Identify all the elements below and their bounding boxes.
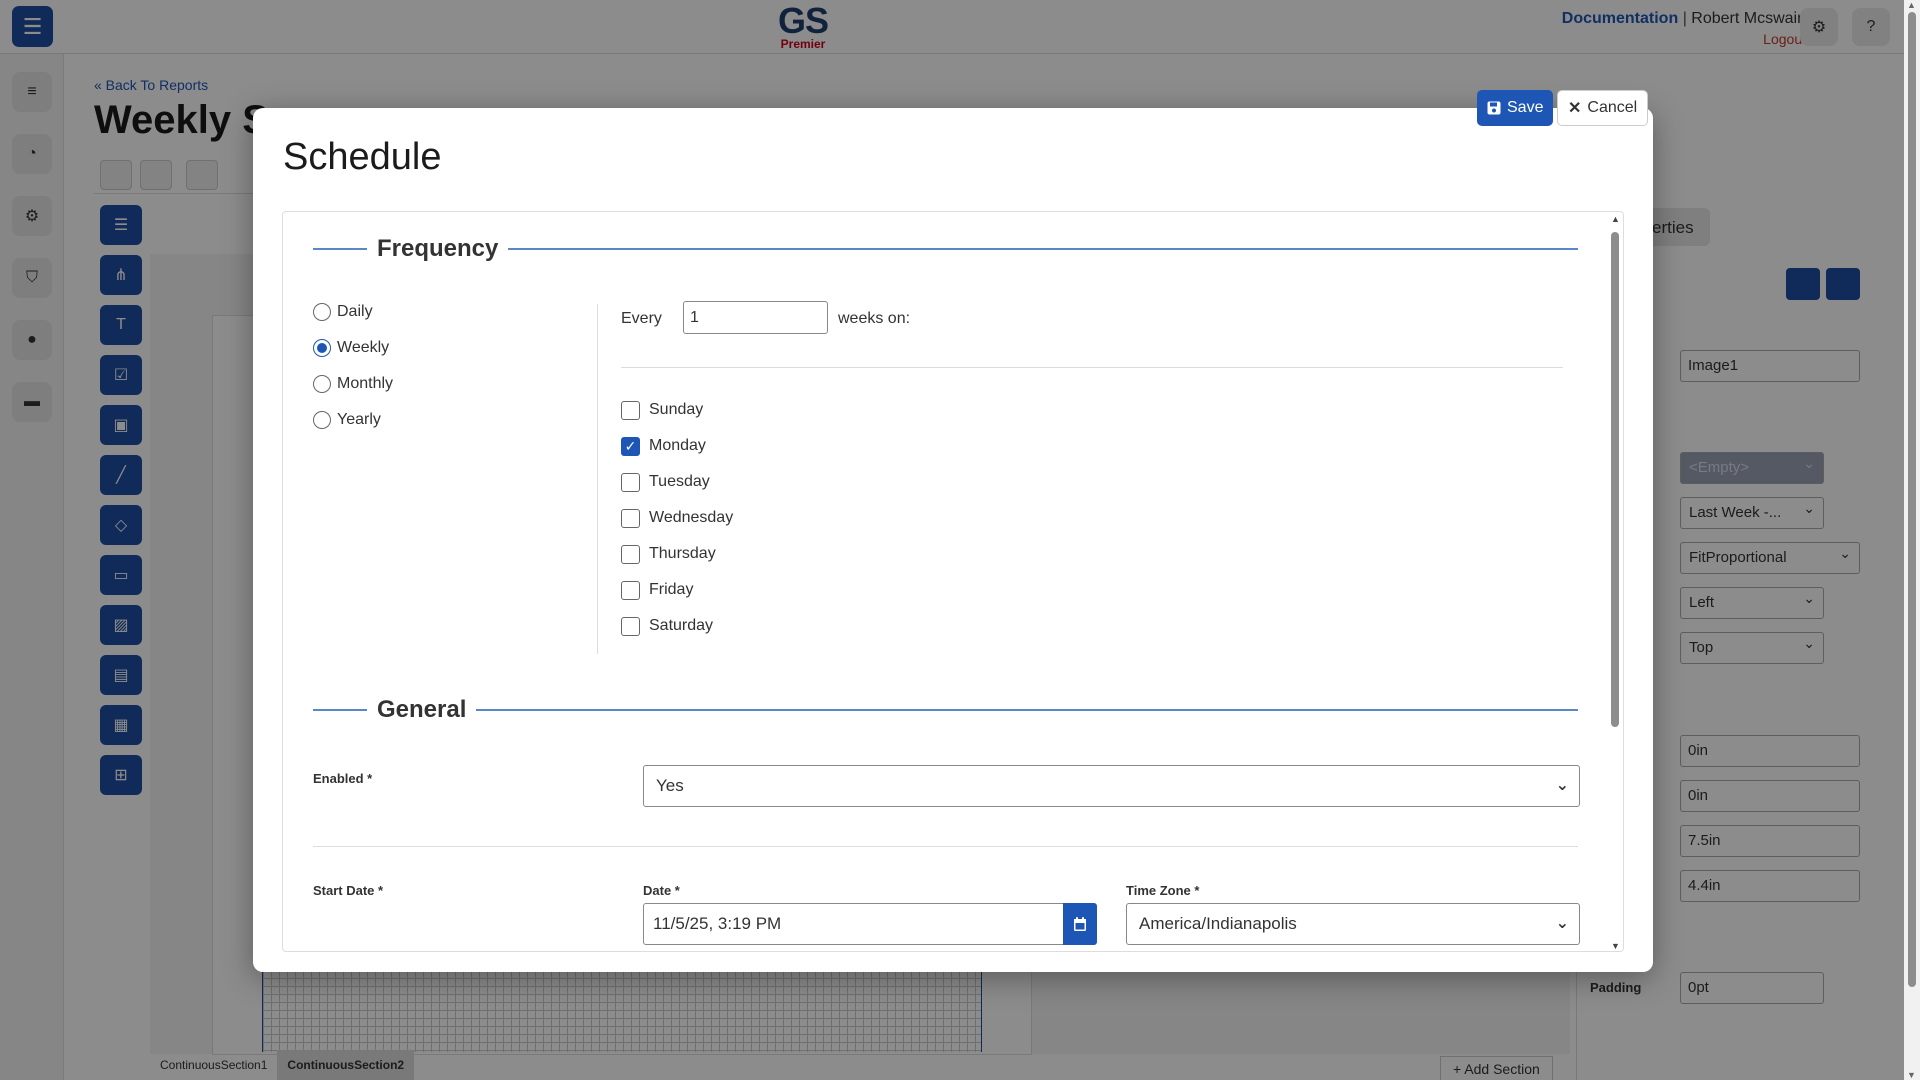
radio-daily[interactable]: Daily: [313, 300, 373, 324]
enabled-select[interactable]: Yes ⌄: [643, 765, 1580, 807]
frequency-divider: [597, 304, 598, 654]
weeks-on-label: weeks on:: [838, 310, 911, 327]
page-scrollbar-thumb[interactable]: [1908, 12, 1916, 987]
every-label: Every: [621, 310, 662, 327]
day-label: Monday: [649, 437, 706, 454]
days-divider: [621, 367, 1563, 368]
day-label: Wednesday: [649, 509, 734, 526]
general-section-header: General: [313, 695, 1578, 725]
timezone-value: America/Indianapolis: [1139, 914, 1297, 933]
every-weeks-input[interactable]: [683, 301, 828, 334]
schedule-modal: Schedule Frequency Daily Weekly Monthly …: [253, 108, 1653, 972]
modal-title: Schedule: [283, 136, 442, 178]
cancel-button[interactable]: ✕ Cancel: [1557, 90, 1649, 126]
checkbox[interactable]: [621, 472, 640, 492]
checkbox[interactable]: [621, 580, 640, 600]
radio-circle[interactable]: [313, 339, 331, 357]
radio-circle[interactable]: [313, 375, 331, 393]
divider-line: [476, 709, 1578, 711]
timezone-label: Time Zone *: [1126, 883, 1200, 898]
calendar-glyph: [1074, 917, 1086, 931]
day-label: Thursday: [649, 545, 716, 562]
cancel-label: Cancel: [1587, 99, 1638, 116]
radio-label: Monthly: [337, 375, 394, 392]
day-wednesday[interactable]: Wednesday: [621, 506, 733, 530]
radio-label: Weekly: [337, 339, 390, 356]
scroll-up-icon[interactable]: ▲: [1611, 214, 1620, 224]
save-button[interactable]: Save: [1477, 90, 1554, 126]
chevron-down-icon: ⌄: [1555, 777, 1569, 794]
day-tuesday[interactable]: Tuesday: [621, 470, 710, 494]
day-label: Tuesday: [649, 473, 710, 490]
day-label: Saturday: [649, 617, 714, 634]
floppy-disk-icon: [1487, 101, 1501, 115]
divider-line: [313, 248, 367, 250]
general-heading: General: [377, 696, 467, 723]
day-label: Sunday: [649, 401, 704, 418]
date-label: Date *: [643, 883, 680, 898]
enabled-label: Enabled *: [313, 771, 373, 786]
radio-monthly[interactable]: Monthly: [313, 372, 393, 396]
general-divider: [313, 846, 1578, 847]
form-scrollbar[interactable]: ▲ ▼: [1607, 212, 1623, 951]
checkbox[interactable]: [621, 616, 640, 636]
scroll-down-icon[interactable]: ▼: [1907, 1070, 1916, 1080]
chevron-down-icon: ⌄: [1555, 915, 1569, 932]
radio-circle[interactable]: [313, 303, 331, 321]
timezone-select[interactable]: America/Indianapolis ⌄: [1126, 903, 1580, 945]
checkbox[interactable]: [621, 544, 640, 564]
day-monday[interactable]: ✓ Monday: [621, 434, 706, 458]
day-label: Friday: [649, 581, 694, 598]
checkbox[interactable]: [621, 508, 640, 528]
radio-yearly[interactable]: Yearly: [313, 408, 381, 432]
radio-label: Daily: [337, 303, 373, 320]
day-friday[interactable]: Friday: [621, 578, 693, 602]
frequency-heading: Frequency: [377, 235, 499, 262]
enabled-value: Yes: [656, 776, 684, 795]
radio-label: Yearly: [337, 411, 381, 428]
scroll-down-icon[interactable]: ▼: [1611, 941, 1620, 951]
start-date-label: Start Date *: [313, 883, 384, 898]
radio-weekly[interactable]: Weekly: [313, 336, 389, 360]
page-scrollbar[interactable]: ▲ ▼: [1904, 0, 1920, 1080]
day-thursday[interactable]: Thursday: [621, 542, 716, 566]
save-label: Save: [1507, 99, 1544, 116]
scroll-up-icon[interactable]: ▲: [1907, 0, 1916, 10]
checkbox[interactable]: [621, 400, 640, 420]
date-input[interactable]: 11/5/25, 3:19 PM: [643, 903, 1064, 945]
day-sunday[interactable]: Sunday: [621, 398, 703, 422]
close-icon: ✕: [1568, 100, 1582, 117]
form-scrollbar-thumb[interactable]: [1611, 232, 1619, 727]
schedule-form: Frequency Daily Weekly Monthly Yearly Ev…: [282, 211, 1624, 952]
day-saturday[interactable]: Saturday: [621, 614, 713, 638]
divider-line: [313, 709, 367, 711]
checkbox-checked-icon[interactable]: ✓: [621, 436, 640, 456]
radio-circle[interactable]: [313, 411, 331, 429]
calendar-icon[interactable]: [1063, 903, 1097, 945]
frequency-section-header: Frequency: [313, 234, 1578, 264]
divider-line: [508, 248, 1578, 250]
